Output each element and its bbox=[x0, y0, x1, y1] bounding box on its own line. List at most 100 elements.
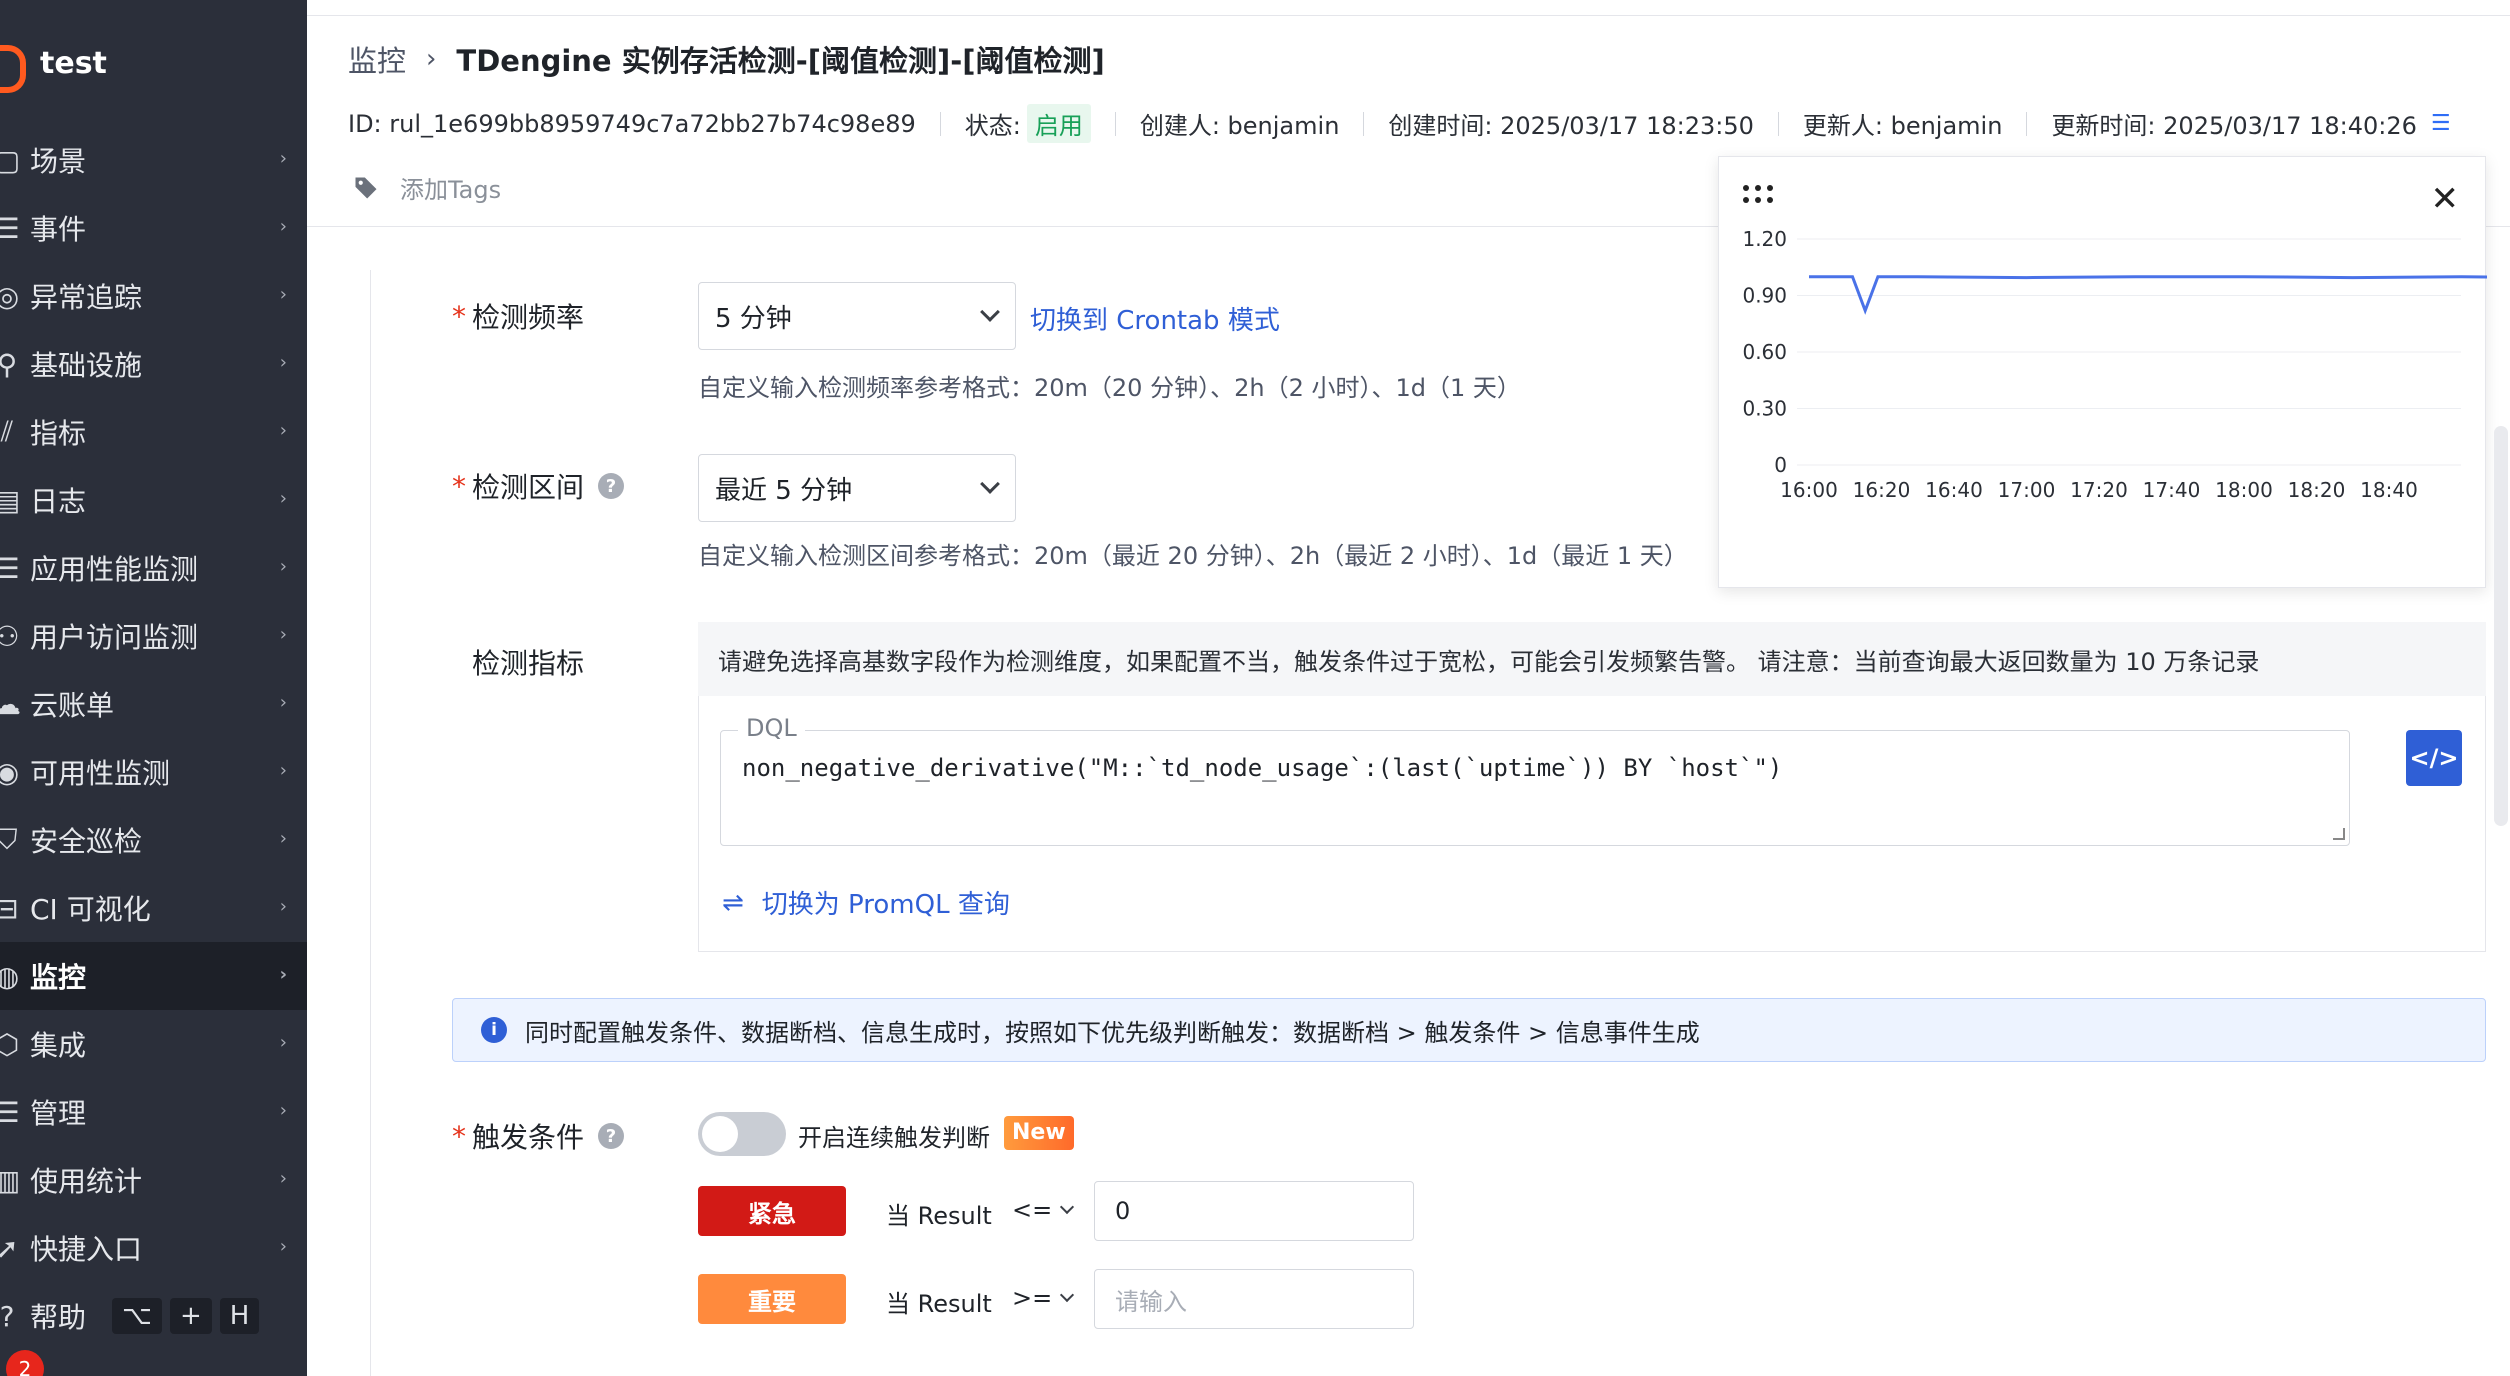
required-mark: * bbox=[452, 469, 466, 503]
updated-at: 更新时间: 2025/03/17 18:40:26 bbox=[2051, 112, 2417, 140]
priority-info-alert: i 同时配置触发条件、数据断档、信息生成时，按照如下优先级判断触发：数据断档 >… bbox=[452, 998, 2486, 1062]
sidebar-item-usage[interactable]: ▥ 使用统计 › bbox=[0, 1146, 307, 1214]
scrollbar[interactable] bbox=[2494, 426, 2508, 826]
sidebar-item-log[interactable]: ▤ 日志 › bbox=[0, 466, 307, 534]
sidebar-item-label: 安全巡检 bbox=[30, 825, 143, 858]
page-title: TDengine 实例存活检测-[阈值检测]-[阈值检测] bbox=[456, 44, 1105, 78]
y-tick-label: 0.90 bbox=[1742, 284, 1787, 308]
sidebar-item-availability[interactable]: ◉ 可用性监测 › bbox=[0, 738, 307, 806]
trigger-label: * 触发条件 ? bbox=[452, 1116, 625, 1156]
severity-level-button[interactable]: 紧急 bbox=[698, 1186, 846, 1236]
chevron-right-icon: › bbox=[279, 1100, 287, 1121]
chevron-right-icon: › bbox=[279, 1168, 287, 1189]
tag-icon bbox=[355, 177, 377, 198]
dql-query-text[interactable]: non_negative_derivative("M::`td_node_usa… bbox=[742, 754, 1782, 782]
sidebar-item-label: 事件 bbox=[30, 213, 87, 246]
sidebar-item-label: 异常追踪 bbox=[30, 281, 143, 314]
interval-value: 最近 5 分钟 bbox=[715, 475, 853, 506]
sidebar-item-rum[interactable]: ⚇ 用户访问监测 › bbox=[0, 602, 307, 670]
creator: 创建人: benjamin bbox=[1139, 112, 1340, 140]
frequency-label-text: 检测频率 bbox=[472, 301, 585, 334]
operator-select[interactable]: <= bbox=[1012, 1196, 1075, 1224]
created-at: 创建时间: 2025/03/17 18:23:50 bbox=[1388, 112, 1754, 140]
sidebar-item-manage[interactable]: ☰ 管理 › bbox=[0, 1078, 307, 1146]
frequency-hint: 自定义输入检测频率参考格式：20m（20 分钟）、2h（2 小时）、1d（1 天… bbox=[698, 374, 1521, 402]
y-tick-label: 1.20 bbox=[1742, 227, 1787, 251]
sidebar-item-scene[interactable]: ▢ 场景 › bbox=[0, 126, 307, 194]
history-search-icon[interactable]: ☰ bbox=[2431, 111, 2451, 136]
x-tick-label: 16:00 bbox=[1780, 478, 1838, 502]
dql-editor[interactable] bbox=[720, 730, 2350, 846]
sidebar-item-trace[interactable]: ◎ 异常追踪 › bbox=[0, 262, 307, 330]
new-badge: New bbox=[1004, 1116, 1074, 1150]
threshold-input[interactable]: 请输入 bbox=[1094, 1269, 1414, 1329]
sidebar-item-help[interactable]: ? 帮助 ⌥ + H bbox=[0, 1282, 307, 1350]
meta-divider bbox=[1777, 111, 1779, 136]
sidebar-item-shortcut[interactable]: ➚ 快捷入口 › bbox=[0, 1214, 307, 1282]
switch-promql-link[interactable]: ⇌ 切换为 PromQL 查询 bbox=[722, 884, 1010, 921]
resize-handle-icon[interactable] bbox=[2333, 828, 2345, 840]
chevron-right-icon: › bbox=[279, 148, 287, 169]
cloud-bill-icon: ☁ bbox=[0, 687, 21, 721]
help-icon[interactable]: ? bbox=[598, 473, 625, 499]
crontab-mode-link[interactable]: 切换到 Crontab 模式 bbox=[1030, 300, 1280, 337]
sidebar-item-label: 用户访问监测 bbox=[30, 621, 199, 654]
breadcrumb: 监控 › TDengine 实例存活检测-[阈值检测]-[阈值检测] bbox=[348, 38, 1105, 80]
rule-id: ID: rul_1e699bb8959749c7a72bb27b74c98e89 bbox=[348, 109, 916, 138]
meta-divider bbox=[939, 111, 941, 136]
meta-divider bbox=[2026, 111, 2028, 136]
frequency-label: * 检测频率 bbox=[452, 296, 584, 336]
help-icon[interactable]: ? bbox=[598, 1123, 625, 1149]
sidebar-item-infrastructure[interactable]: ⚲ 基础设施 › bbox=[0, 330, 307, 398]
drag-handle-icon[interactable] bbox=[1743, 185, 1777, 207]
interval-hint: 自定义输入检测区间参考格式：20m（最近 20 分钟）、2h（最近 2 小时）、… bbox=[698, 542, 1688, 570]
frequency-select[interactable]: 5 分钟 bbox=[698, 282, 1016, 350]
chevron-down-icon bbox=[980, 474, 1000, 494]
breadcrumb-separator-icon: › bbox=[426, 44, 437, 74]
sidebar-item-label: CI 可视化 bbox=[30, 893, 151, 926]
sidebar-item-integration[interactable]: ⬡ 集成 › bbox=[0, 1010, 307, 1078]
close-icon[interactable]: ✕ bbox=[2431, 179, 2460, 219]
frequency-value: 5 分钟 bbox=[715, 303, 792, 334]
threshold-input[interactable]: 0 bbox=[1094, 1181, 1414, 1241]
required-mark: * bbox=[452, 1119, 466, 1153]
x-tick-label: 17:20 bbox=[2070, 478, 2128, 502]
series-line[interactable] bbox=[1809, 275, 2487, 315]
priority-info-text: 同时配置触发条件、数据断档、信息生成时，按照如下优先级判断触发：数据断档 > 触… bbox=[525, 1018, 1700, 1047]
metric-label: 检测指标 bbox=[472, 642, 584, 682]
swap-icon: ⇌ bbox=[722, 887, 744, 918]
sidebar-item-security[interactable]: ⛉ 安全巡检 › bbox=[0, 806, 307, 874]
sidebar-item-label: 可用性监测 bbox=[30, 757, 171, 790]
sidebar-item-apm[interactable]: ☰ 应用性能监测 › bbox=[0, 534, 307, 602]
security-icon: ⛉ bbox=[0, 823, 18, 856]
help-shortcut: ⌥ + H bbox=[112, 1298, 260, 1334]
sidebar-item-label: 快捷入口 bbox=[30, 1233, 143, 1266]
switch-promql-label: 切换为 PromQL 查询 bbox=[761, 890, 1010, 920]
chevron-down-icon bbox=[1060, 1199, 1075, 1215]
chevron-right-icon: › bbox=[279, 624, 287, 645]
sidebar-item-cloud-bill[interactable]: ☁ 云账单 › bbox=[0, 670, 307, 738]
workspace-switcher[interactable]: test bbox=[0, 38, 107, 93]
chevron-right-icon: › bbox=[279, 216, 287, 237]
manage-icon: ☰ bbox=[0, 1095, 20, 1129]
code-mode-button[interactable]: </> bbox=[2406, 730, 2462, 786]
x-tick-label: 18:20 bbox=[2288, 478, 2346, 502]
notification-badge[interactable]: 2 bbox=[6, 1350, 44, 1376]
chevron-right-icon: › bbox=[279, 488, 287, 509]
sidebar-item-monitor[interactable]: ◍ 监控 › bbox=[0, 942, 307, 1010]
interval-select[interactable]: 最近 5 分钟 bbox=[698, 454, 1016, 522]
sidebar-item-label: 管理 bbox=[30, 1097, 87, 1130]
severity-level-button[interactable]: 重要 bbox=[698, 1274, 846, 1324]
dql-legend: DQL bbox=[738, 714, 805, 742]
rule-meta: ID: rul_1e699bb8959749c7a72bb27b74c98e89… bbox=[348, 104, 2451, 143]
sidebar-item-label: 监控 bbox=[30, 961, 87, 994]
meta-divider bbox=[1363, 111, 1365, 136]
sidebar-item-label: 日志 bbox=[30, 485, 87, 518]
breadcrumb-monitor[interactable]: 监控 bbox=[348, 38, 406, 80]
add-tags[interactable]: 添加Tags bbox=[352, 170, 501, 205]
operator-select[interactable]: >= bbox=[1012, 1284, 1075, 1312]
sidebar-item-event[interactable]: ☰ 事件 › bbox=[0, 194, 307, 262]
sidebar-item-metrics[interactable]: ⫽ 指标 › bbox=[0, 398, 307, 466]
sidebar-item-ci[interactable]: ⊟ CI 可视化 › bbox=[0, 874, 307, 942]
continuous-trigger-toggle[interactable] bbox=[698, 1112, 786, 1156]
